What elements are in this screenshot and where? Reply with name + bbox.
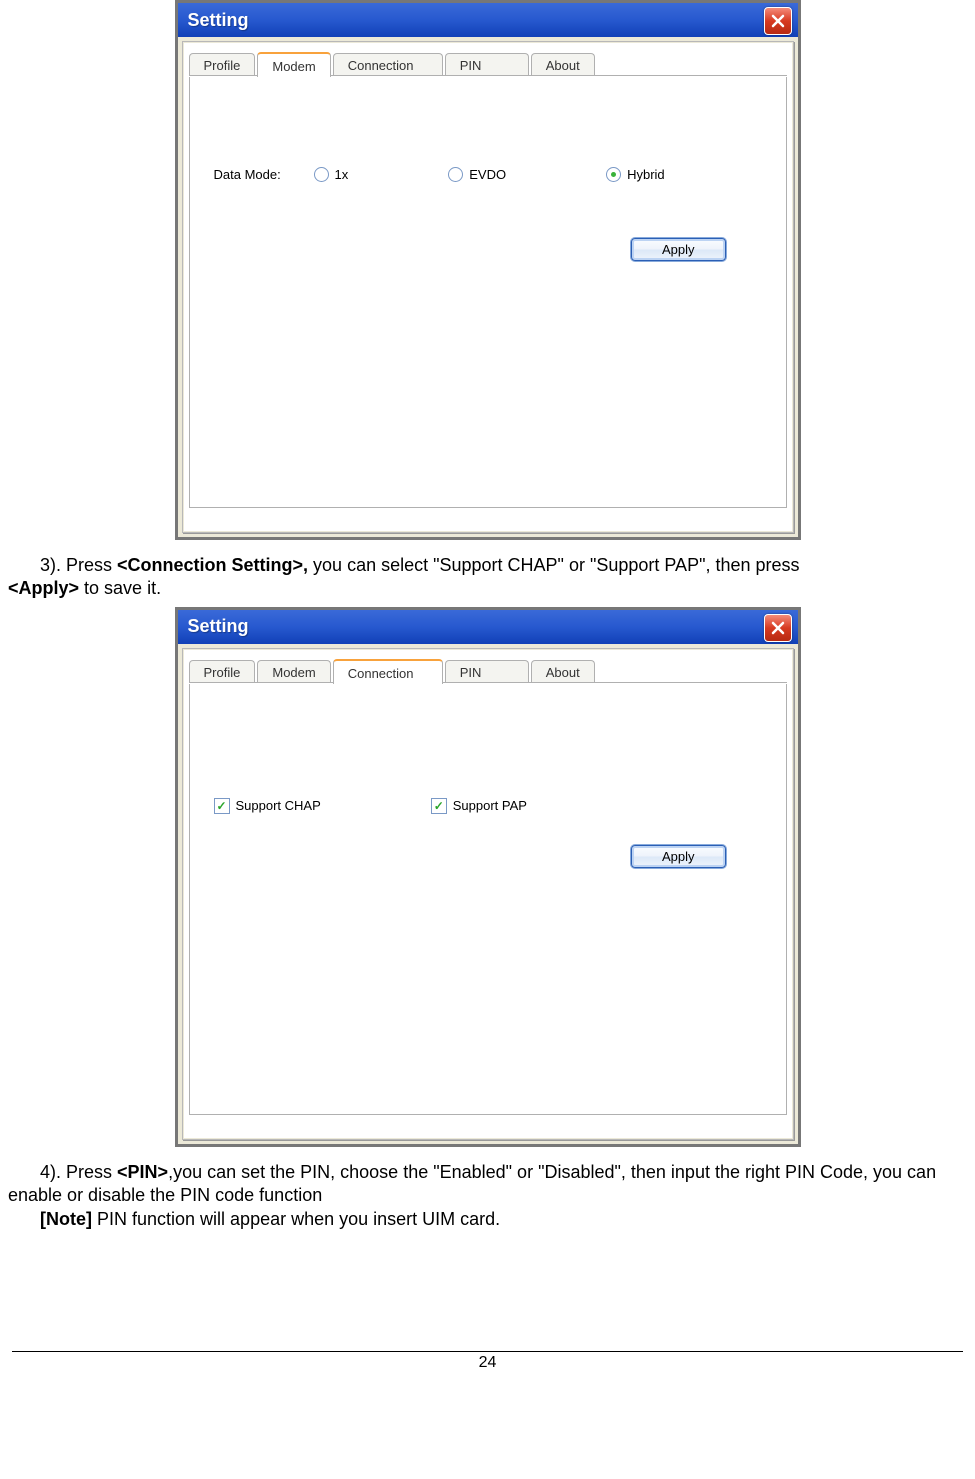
close-button[interactable] (764, 614, 792, 642)
tab-pin[interactable]: PIN (445, 53, 529, 76)
checkbox-icon: ✓ (431, 798, 447, 814)
checkmark-icon: ✓ (434, 800, 444, 812)
close-icon (771, 621, 785, 635)
tab-about[interactable]: About (531, 53, 595, 76)
tab-border (189, 682, 787, 683)
tab-panel: Data Mode: 1x EVDO Hybrid (189, 77, 787, 508)
setting-window-connection: Setting Profile Modem Connection PIN Abo… (175, 607, 801, 1147)
tab-about[interactable]: About (531, 660, 595, 683)
instr-bold: <Apply> (8, 578, 79, 598)
radio-icon (448, 167, 463, 182)
radio-hybrid[interactable]: Hybrid (606, 167, 665, 182)
page-number: 24 (479, 1354, 497, 1371)
data-mode-row: Data Mode: 1x EVDO Hybrid (214, 167, 766, 182)
tab-strip: Profile Modem Connection PIN About (183, 649, 793, 683)
radio-evdo[interactable]: EVDO (448, 167, 506, 182)
apply-button[interactable]: Apply (631, 238, 726, 261)
instr-lead: 4). Press (40, 1162, 117, 1182)
tab-connection[interactable]: Connection (333, 659, 443, 684)
checkmark-icon: ✓ (216, 800, 226, 812)
instr-text: you can select "Support CHAP" or "Suppor… (308, 555, 799, 575)
instr-lead: 3). Press (40, 555, 117, 575)
radio-1x[interactable]: 1x (314, 167, 349, 182)
tab-strip: Profile Modem Connection PIN About (183, 42, 793, 76)
checkbox-label: Support PAP (453, 798, 527, 813)
checkbox-icon: ✓ (214, 798, 230, 814)
dialog-body: Profile Modem Connection PIN About Data … (182, 41, 794, 533)
radio-label: Hybrid (627, 167, 665, 182)
note-label: [Note] (40, 1209, 92, 1229)
radio-label: EVDO (469, 167, 506, 182)
tab-panel: ✓ Support CHAP ✓ Support PAP Apply (189, 684, 787, 1115)
page-footer: 24 (12, 1351, 963, 1372)
checkbox-support-chap[interactable]: ✓ Support CHAP (214, 798, 321, 814)
tab-profile[interactable]: Profile (189, 53, 256, 76)
instr-text: to save it. (79, 578, 161, 598)
window-title: Setting (188, 10, 249, 31)
apply-button[interactable]: Apply (631, 845, 726, 868)
checkbox-label: Support CHAP (236, 798, 321, 813)
data-mode-label: Data Mode: (214, 167, 314, 182)
document-page: Setting Profile Modem Connection PIN Abo… (0, 0, 975, 1386)
instr-bold: <Connection Setting>, (117, 555, 308, 575)
apply-wrap: Apply (631, 238, 726, 261)
radio-dot-icon (611, 172, 616, 177)
note-text: PIN function will appear when you insert… (92, 1209, 500, 1229)
tab-modem[interactable]: Modem (257, 660, 330, 683)
radio-icon (606, 167, 621, 182)
tab-pin[interactable]: PIN (445, 660, 529, 683)
checkbox-row: ✓ Support CHAP ✓ Support PAP (214, 798, 527, 814)
tab-modem[interactable]: Modem (257, 52, 330, 77)
titlebar[interactable]: Setting (178, 610, 798, 644)
setting-window-modem: Setting Profile Modem Connection PIN Abo… (175, 0, 801, 540)
dialog-body: Profile Modem Connection PIN About ✓ Sup… (182, 648, 794, 1140)
window-title: Setting (188, 616, 249, 637)
checkbox-support-pap[interactable]: ✓ Support PAP (431, 798, 527, 814)
radio-icon (314, 167, 329, 182)
apply-wrap: Apply (631, 845, 726, 868)
radio-label: 1x (335, 167, 349, 182)
instruction-4: 4). Press <PIN>,you can set the PIN, cho… (8, 1161, 967, 1231)
tab-profile[interactable]: Profile (189, 660, 256, 683)
radio-group: 1x EVDO Hybrid (314, 167, 766, 182)
tab-connection[interactable]: Connection (333, 53, 443, 76)
close-button[interactable] (764, 7, 792, 35)
instruction-3: 3). Press <Connection Setting>, you can … (8, 554, 967, 601)
titlebar[interactable]: Setting (178, 3, 798, 37)
close-icon (771, 14, 785, 28)
instr-bold: <PIN> (117, 1162, 168, 1182)
